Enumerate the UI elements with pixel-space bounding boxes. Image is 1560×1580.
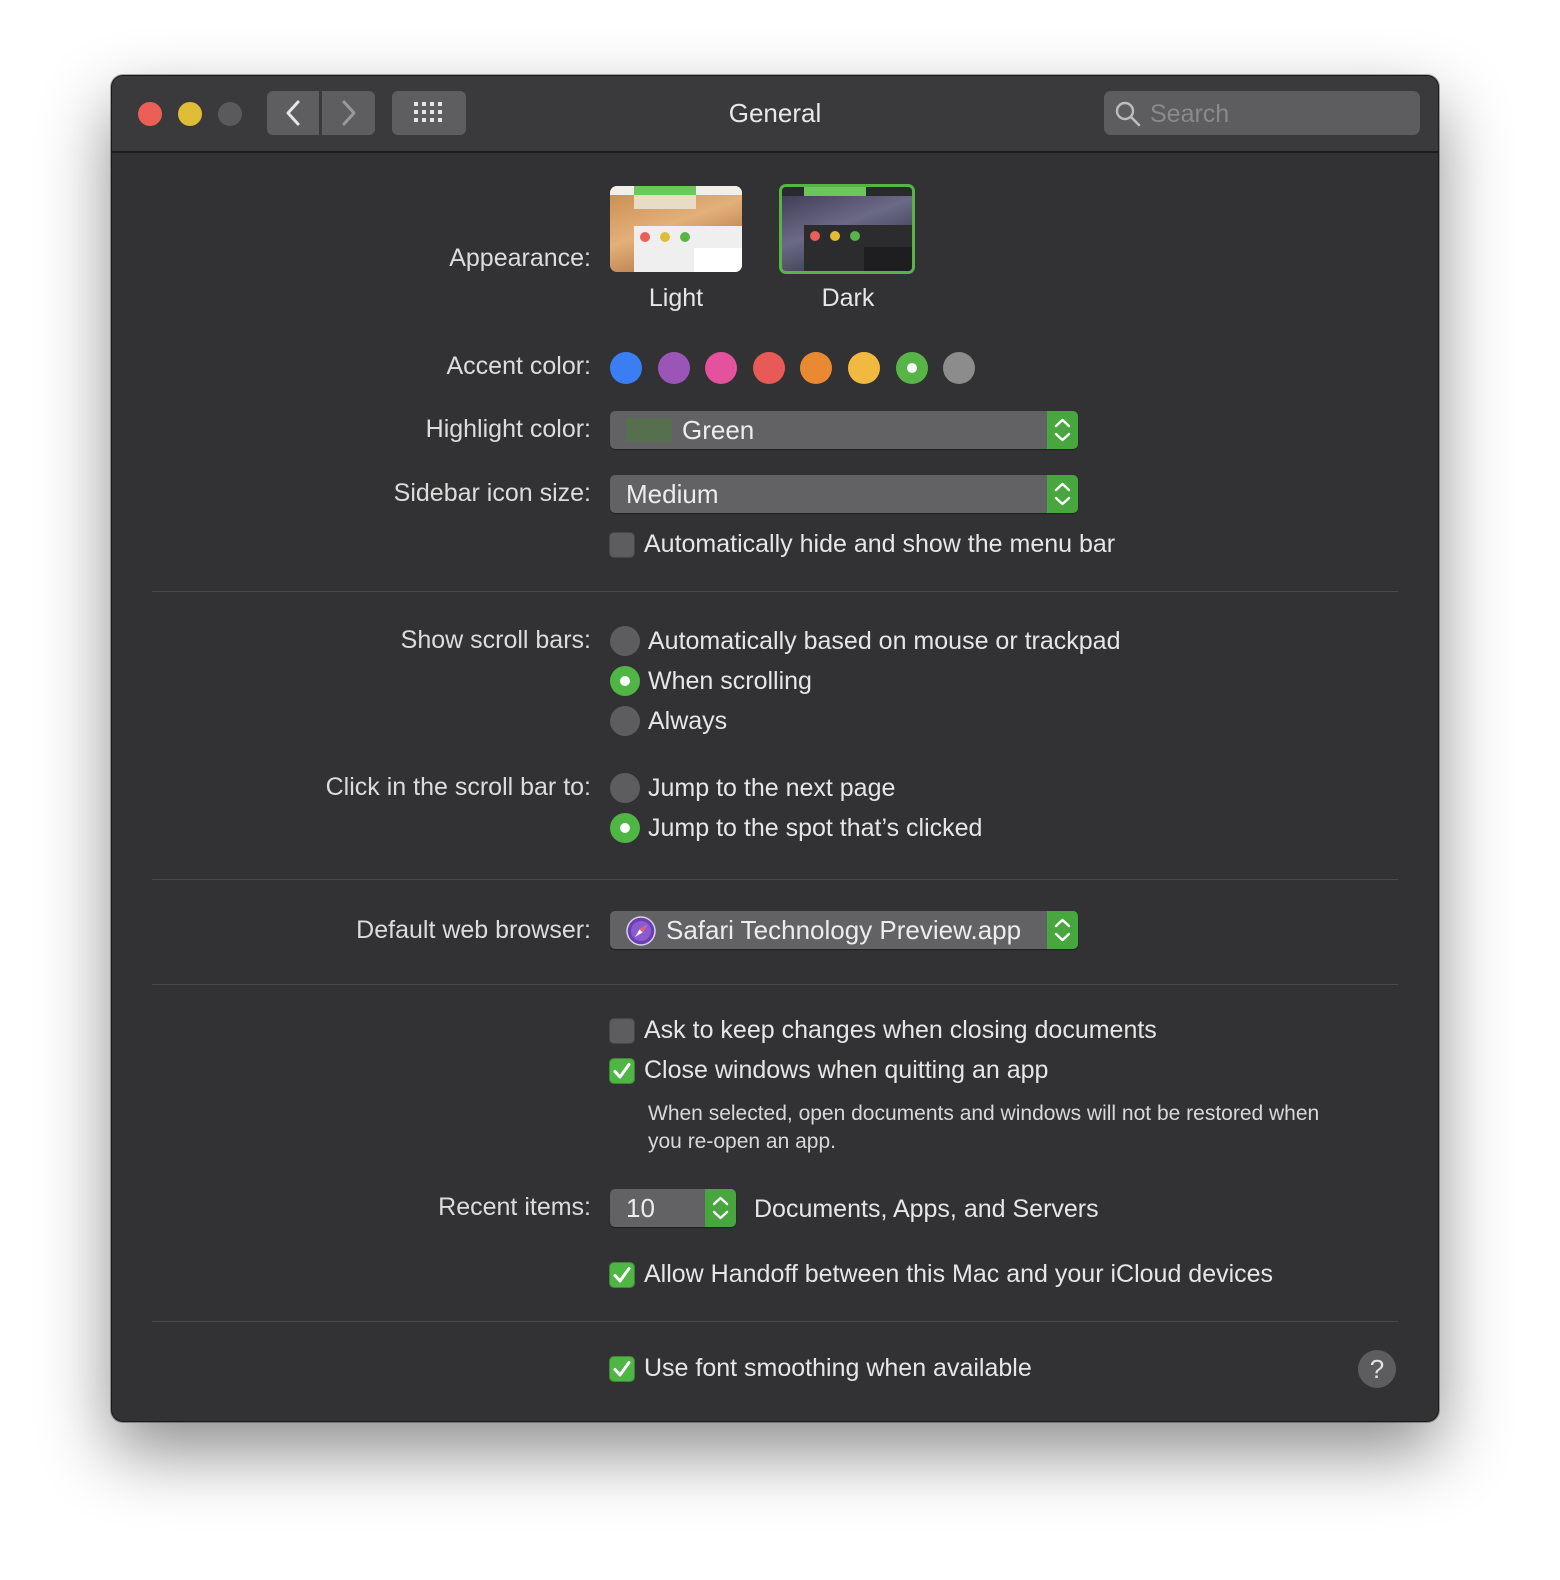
divider <box>152 1321 1398 1322</box>
scroll-bars-auto-label: Automatically based on mouse or trackpad <box>648 627 1121 655</box>
default-browser-popup[interactable]: Safari Technology Preview.app <box>610 911 1078 949</box>
scroll-bars-always-label: Always <box>648 707 728 735</box>
chevron-up-down-icon <box>1054 918 1071 942</box>
close-windows-note: When selected, open documents and window… <box>648 1102 1320 1153</box>
jump-to-spot-radio[interactable] <box>610 813 640 843</box>
jump-to-spot-label: Jump to the spot that’s clicked <box>648 814 983 842</box>
recent-items-value: 10 <box>626 1193 655 1223</box>
jump-next-page-radio[interactable] <box>610 773 640 803</box>
window-preview <box>634 226 742 272</box>
jump-next-page-label: Jump to the next page <box>648 774 896 802</box>
chevron-up-down-icon <box>1054 482 1071 506</box>
help-button[interactable]: ? <box>1358 1350 1396 1388</box>
scroll-bars-when-scrolling-radio[interactable] <box>610 666 640 696</box>
highlight-preview <box>804 187 866 196</box>
handoff-checkbox[interactable] <box>609 1262 635 1288</box>
appearance-dark-label: Dark <box>821 284 875 312</box>
accent-color-swatch[interactable] <box>705 352 738 384</box>
font-smoothing-checkbox[interactable] <box>609 1356 635 1382</box>
chevron-up-down-icon <box>712 1196 729 1220</box>
scroll-bars-when-scrolling-label: When scrolling <box>648 667 812 695</box>
scroll-bars-auto-radio[interactable] <box>610 626 640 656</box>
popup-stepper <box>705 1189 736 1227</box>
accent-color-swatch[interactable] <box>752 352 785 384</box>
default-browser-value: Safari Technology Preview.app <box>666 915 1022 945</box>
accent-color-swatch[interactable] <box>943 352 976 384</box>
popup-stepper <box>1047 411 1078 449</box>
chevron-up-down-icon <box>1054 418 1071 442</box>
click-scroll-bar-label: Click in the scroll bar to: <box>325 773 591 801</box>
highlight-color-swatch <box>626 418 672 442</box>
handoff-label: Allow Handoff between this Mac and your … <box>644 1260 1274 1288</box>
menu-bar-autohide-label: Automatically hide and show the menu bar <box>644 530 1116 558</box>
checkmark-icon <box>613 1063 631 1079</box>
checkmark-icon <box>613 1361 631 1377</box>
scroll-bars-always-radio[interactable] <box>610 706 640 736</box>
appearance-light-option[interactable] <box>610 186 742 272</box>
ask-keep-changes-checkbox[interactable] <box>609 1018 635 1044</box>
menu-bar-autohide-checkbox[interactable] <box>609 532 635 558</box>
safari-technology-preview-icon <box>626 916 656 946</box>
highlight-color-popup[interactable]: Green <box>610 411 1078 449</box>
title-bar: General <box>112 76 1438 153</box>
menu-preview <box>634 195 696 209</box>
recent-items-popup[interactable]: 10 <box>610 1189 736 1227</box>
preferences-window: General Appearance: Light Dark Accent co… <box>111 75 1439 1422</box>
sidebar-icon-size-value: Medium <box>626 479 719 509</box>
popup-stepper <box>1047 911 1078 949</box>
divider <box>152 879 1398 880</box>
divider <box>152 591 1398 592</box>
accent-color-label: Accent color: <box>446 352 591 380</box>
recent-items-label: Recent items: <box>438 1193 591 1221</box>
highlight-preview <box>634 186 696 195</box>
show-scroll-bars-label: Show scroll bars: <box>400 626 591 654</box>
font-smoothing-label: Use font smoothing when available <box>644 1354 1032 1382</box>
default-browser-label: Default web browser: <box>356 916 591 944</box>
checkmark-icon <box>613 1267 631 1283</box>
accent-color-swatch[interactable] <box>895 352 928 384</box>
appearance-light-label: Light <box>648 284 704 312</box>
search-field[interactable] <box>1104 91 1420 137</box>
accent-color-swatch[interactable] <box>800 352 833 384</box>
divider <box>152 984 1398 985</box>
sidebar-icon-size-label: Sidebar icon size: <box>393 479 591 507</box>
search-input[interactable] <box>1148 91 1412 137</box>
search-icon <box>1115 101 1141 127</box>
highlight-color-label: Highlight color: <box>425 415 591 443</box>
appearance-label: Appearance: <box>449 244 591 272</box>
sidebar-icon-size-popup[interactable]: Medium <box>610 475 1078 513</box>
window-preview <box>804 225 912 271</box>
popup-stepper <box>1047 475 1078 513</box>
ask-keep-changes-label: Ask to keep changes when closing documen… <box>644 1016 1157 1044</box>
accent-color-swatch[interactable] <box>848 352 880 384</box>
accent-color-swatch[interactable] <box>610 352 642 384</box>
highlight-color-value: Green <box>682 415 755 445</box>
accent-color-swatch[interactable] <box>657 352 690 384</box>
close-windows-checkbox[interactable] <box>609 1058 635 1084</box>
close-windows-label: Close windows when quitting an app <box>644 1056 1049 1084</box>
recent-items-suffix: Documents, Apps, and Servers <box>754 1195 1099 1223</box>
appearance-dark-option[interactable] <box>779 184 915 274</box>
